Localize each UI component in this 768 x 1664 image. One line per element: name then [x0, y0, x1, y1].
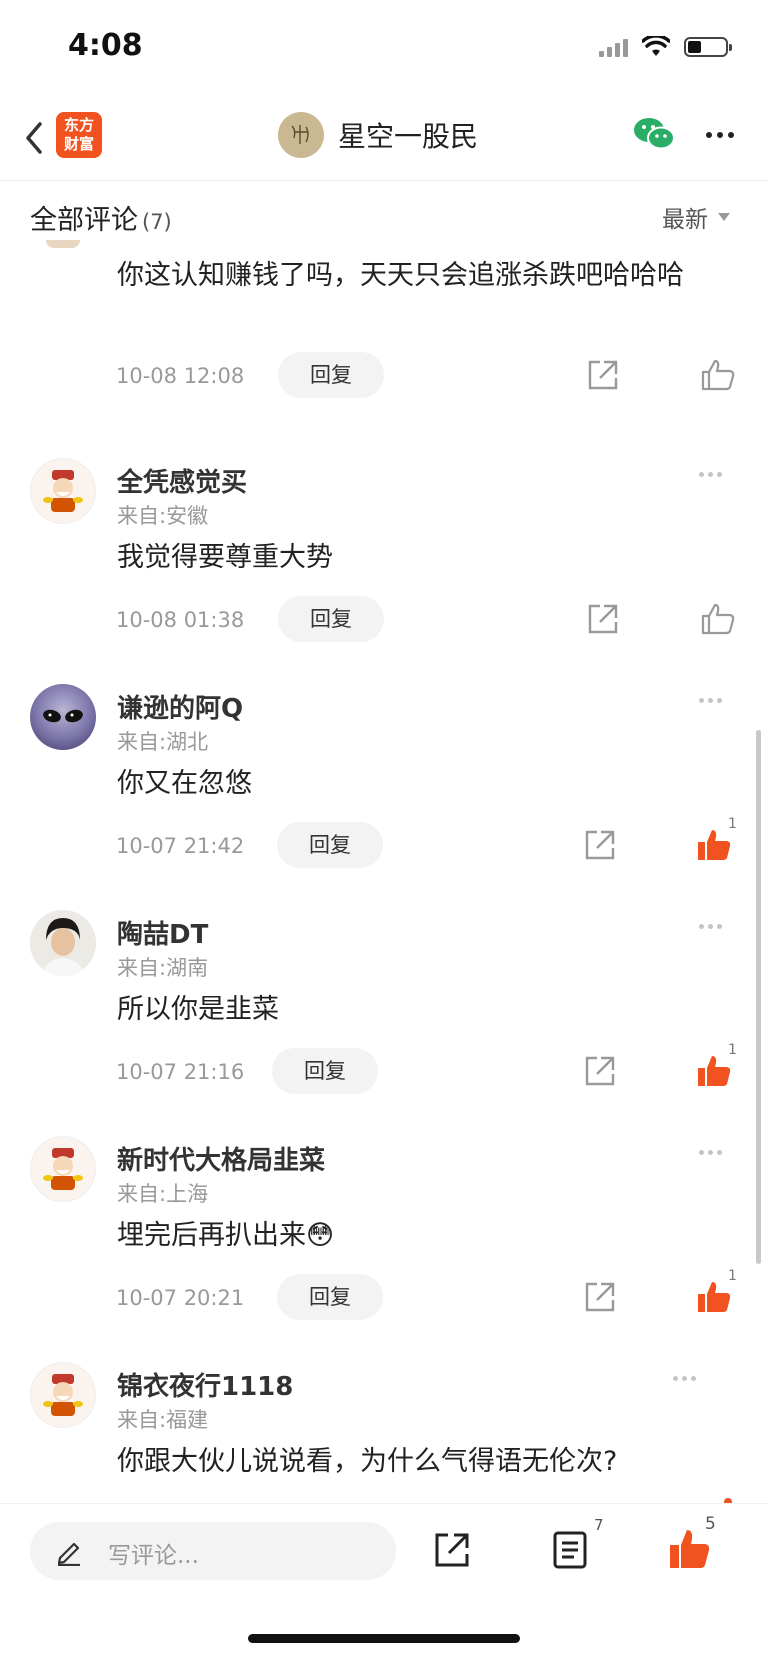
avatar[interactable]: [30, 684, 96, 750]
avatar[interactable]: [46, 240, 80, 248]
status-icons: [599, 36, 732, 58]
fortune-god-icon: [43, 470, 83, 512]
calligraphy-icon: [291, 125, 309, 144]
avatar[interactable]: [30, 458, 96, 524]
author-header[interactable]: 星空一股民: [278, 112, 478, 158]
comment-username[interactable]: 新时代大格局韭菜: [117, 1140, 325, 1177]
share-icon[interactable]: [432, 1530, 472, 1570]
avatar[interactable]: [30, 1136, 96, 1202]
comment-time: 10-07 21:16: [116, 1060, 245, 1084]
more-options-icon[interactable]: [706, 132, 734, 138]
wifi-icon: [642, 36, 670, 56]
thumbs-up-filled-icon[interactable]: [668, 1528, 710, 1570]
author-name: 星空一股民: [338, 120, 479, 153]
comment-options-icon[interactable]: [699, 924, 722, 929]
thumbs-up-filled-icon[interactable]: [696, 1280, 732, 1314]
comment-input[interactable]: 写评论...: [30, 1522, 396, 1580]
back-arrow-icon[interactable]: [20, 118, 50, 158]
battery-icon: [684, 37, 732, 57]
comment-options-icon[interactable]: [699, 698, 722, 703]
fortune-god-icon: [43, 1374, 83, 1416]
comment-username[interactable]: 谦逊的阿Q: [117, 688, 243, 725]
author-avatar[interactable]: [278, 112, 324, 158]
status-time: 4:08: [68, 28, 143, 63]
share-icon[interactable]: [583, 828, 617, 862]
comment-username[interactable]: 锦衣夜行1118: [117, 1366, 293, 1403]
app-logo[interactable]: 东方 财富: [56, 112, 102, 158]
sort-dropdown[interactable]: 最新: [662, 200, 730, 234]
share-icon[interactable]: [583, 1280, 617, 1314]
wechat-share-icon[interactable]: [632, 116, 676, 152]
thumbs-up-filled-icon[interactable]: [696, 1054, 732, 1088]
comment-location: 来自:福建: [117, 1408, 209, 1432]
bottom-bar: 写评论... 7 5: [0, 1503, 768, 1664]
comment-text: 埋完后再扒出来: [117, 1220, 306, 1251]
reply-button[interactable]: 回复: [277, 822, 383, 868]
comment-time: 10-08 12:08: [116, 364, 245, 388]
status-bar: 4:08: [0, 0, 768, 100]
comment-count: 7: [594, 1516, 604, 1534]
like-count: 1: [728, 1042, 737, 1058]
comment-location: 来自:湖南: [117, 956, 209, 980]
comment-location: 来自:安徽: [117, 504, 209, 528]
cellular-signal-icon: [599, 37, 628, 57]
thumbs-up-icon[interactable]: [700, 602, 736, 636]
logo-text-bottom: 财富: [63, 135, 94, 153]
scrollbar[interactable]: [756, 730, 761, 1264]
comment-content: 埋完后再扒出来😳: [117, 1212, 727, 1260]
reply-button[interactable]: 回复: [277, 1274, 383, 1320]
avatar[interactable]: [30, 910, 96, 976]
thumbs-up-filled-icon[interactable]: [696, 828, 732, 862]
comment-content: 你又在忽悠: [117, 768, 252, 799]
thumbs-up-icon[interactable]: [700, 358, 736, 392]
comments-title: 全部评论 (7): [30, 198, 172, 237]
alien-face-icon: [43, 709, 83, 723]
comment-time: 10-08 01:38: [116, 608, 245, 632]
comment-username[interactable]: 陶喆DT: [117, 914, 208, 951]
reply-button[interactable]: 回复: [278, 596, 384, 642]
like-count: 5: [705, 1514, 716, 1534]
like-count: 1: [728, 1268, 737, 1284]
share-icon[interactable]: [586, 358, 620, 392]
comments-header: 全部评论 (7) 最新: [0, 184, 768, 246]
caret-down-icon: [718, 213, 730, 221]
comment-location: 来自:上海: [117, 1182, 209, 1206]
comments-title-text: 全部评论: [30, 205, 138, 236]
comment-time: 10-07 20:21: [116, 1286, 245, 1310]
reply-button[interactable]: 回复: [272, 1048, 378, 1094]
person-photo-icon: [30, 910, 96, 976]
avatar[interactable]: [30, 1362, 96, 1428]
comments-count: (7): [142, 210, 172, 234]
comment-content: 所以你是韭菜: [117, 994, 279, 1025]
share-icon[interactable]: [583, 1054, 617, 1088]
comment-location: 来自:湖北: [117, 730, 209, 754]
flushed-face-emoji: 😳: [306, 1220, 335, 1251]
comment-input-placeholder: 写评论...: [108, 1543, 199, 1569]
like-count: 1: [728, 816, 737, 832]
home-indicator[interactable]: [248, 1634, 520, 1643]
logo-text-top: 东方: [63, 116, 94, 134]
comment-username[interactable]: 全凭感觉买: [117, 462, 247, 499]
fortune-god-icon: [43, 1148, 83, 1190]
sort-label: 最新: [662, 207, 708, 233]
comment-content: 你跟大伙儿说说看，为什么气得语无伦次?: [117, 1446, 618, 1477]
comment-content: 我觉得要尊重大势: [117, 542, 333, 573]
comment-content: 你这认知赚钱了吗，天天只会追涨杀跌吧哈哈哈: [117, 260, 684, 291]
comments-list-icon[interactable]: [552, 1530, 588, 1570]
comment-options-icon[interactable]: [699, 1150, 722, 1155]
nav-bar: 东方 财富 星空一股民: [0, 100, 768, 181]
reply-button[interactable]: 回复: [278, 352, 384, 398]
comment-options-icon[interactable]: [699, 472, 722, 477]
share-icon[interactable]: [586, 602, 620, 636]
comment-options-icon[interactable]: [673, 1376, 696, 1381]
pen-icon: [57, 1542, 80, 1566]
comment-time: 10-07 21:42: [116, 834, 245, 858]
